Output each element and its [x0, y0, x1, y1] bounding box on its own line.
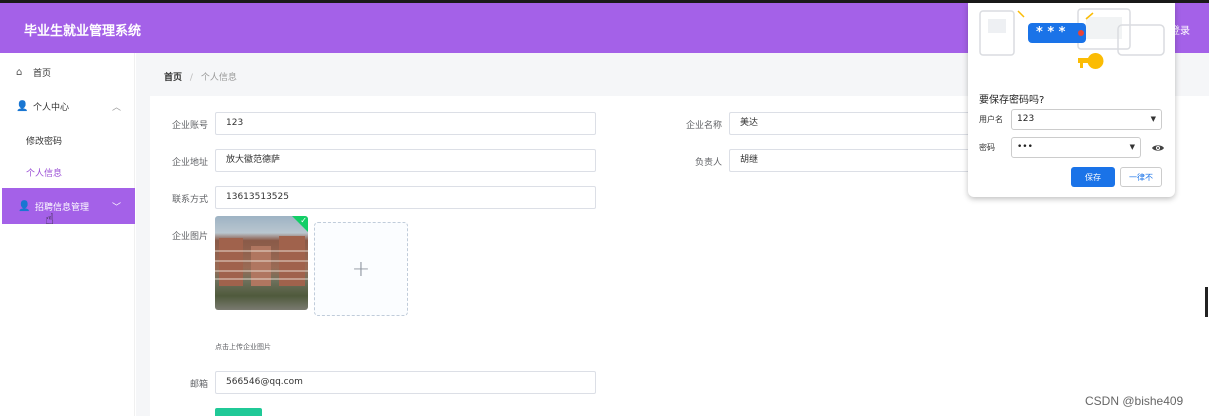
- account-label: 企业账号: [171, 121, 208, 131]
- dropdown-arrow-icon: ▼: [1150, 115, 1156, 123]
- never-save-button[interactable]: 一律不: [1120, 167, 1162, 187]
- manager-field[interactable]: 胡继: [729, 149, 971, 172]
- email-label: 邮箱: [189, 380, 208, 390]
- password-art-text: * * *: [1036, 25, 1066, 40]
- hand-cursor-icon: ☝: [45, 210, 55, 228]
- sidebar-item-home[interactable]: ⌂ 首页: [0, 55, 135, 89]
- password-illustration: * * *: [968, 3, 1175, 81]
- username-value: 123: [1017, 114, 1035, 124]
- plus-icon: +: [351, 256, 371, 282]
- breadcrumb-separator: /: [189, 73, 193, 83]
- sidebar: ⌂ 首页 👤 个人中心 ︿ 修改密码 个人信息 👤 招聘信息管理 ﹀: [0, 53, 135, 416]
- home-icon: ⌂: [16, 66, 23, 78]
- save-password-popup: * * * 要保存密码吗? 用户名 123 ▼ 密码 ••• ▼ 保存 一律不: [968, 3, 1175, 197]
- upload-success-check-icon: ✓: [292, 216, 308, 232]
- password-select[interactable]: ••• ▼: [1011, 137, 1141, 158]
- sidebar-item-personal-center[interactable]: 👤 个人中心 ︿: [0, 89, 135, 123]
- breadcrumb: 首页 / 个人信息: [164, 70, 237, 83]
- company-name-label: 企业名称: [685, 121, 722, 131]
- manager-label: 负责人: [694, 158, 722, 168]
- scrollbar-thumb[interactable]: [1205, 287, 1208, 317]
- chevron-down-icon: ﹀: [111, 202, 121, 213]
- company-name-field[interactable]: 美达: [729, 112, 971, 135]
- sidebar-item-personal-info[interactable]: 个人信息: [0, 155, 135, 189]
- chevron-up-icon: ︿: [111, 102, 121, 113]
- password-label: 密码: [979, 143, 995, 152]
- app-title: 毕业生就业管理系统: [24, 24, 142, 39]
- watermark: CSDN @bishe409: [1085, 394, 1184, 408]
- eye-icon[interactable]: [1151, 141, 1165, 155]
- submit-button[interactable]: [215, 408, 262, 416]
- account-field[interactable]: 123: [215, 112, 596, 135]
- company-image-label: 企业图片: [171, 232, 208, 242]
- address-label: 企业地址: [171, 158, 208, 168]
- sidebar-item-label: 修改密码: [26, 136, 63, 147]
- sidebar-item-label: 个人中心: [33, 102, 70, 113]
- upload-hint: 点击上传企业图片: [215, 343, 271, 351]
- sidebar-item-recruitment[interactable]: 👤 招聘信息管理 ﹀: [2, 188, 135, 224]
- username-select[interactable]: 123 ▼: [1011, 109, 1162, 130]
- image-upload-button[interactable]: +: [314, 222, 408, 316]
- username-label: 用户名: [979, 115, 1003, 124]
- sidebar-item-label: 个人信息: [26, 168, 63, 179]
- password-value: •••: [1017, 142, 1033, 152]
- sidebar-item-label: 首页: [33, 68, 52, 79]
- user-icon: 👤: [18, 200, 31, 212]
- contact-label: 联系方式: [171, 195, 208, 205]
- email-field[interactable]: 566546@qq.com: [215, 371, 596, 394]
- dropdown-arrow-icon: ▼: [1129, 143, 1135, 151]
- sidebar-item-change-password[interactable]: 修改密码: [0, 123, 135, 157]
- breadcrumb-current: 个人信息: [200, 73, 237, 83]
- sidebar-item-label: 招聘信息管理: [35, 202, 90, 213]
- contact-field[interactable]: 13613513525: [215, 186, 596, 209]
- company-image-thumbnail[interactable]: ✓: [215, 216, 308, 310]
- save-password-title: 要保存密码吗?: [979, 95, 1045, 106]
- address-field[interactable]: 放大徽范德萨: [215, 149, 596, 172]
- save-password-button[interactable]: 保存: [1071, 167, 1115, 187]
- user-icon: 👤: [16, 100, 29, 112]
- breadcrumb-home[interactable]: 首页: [164, 73, 182, 83]
